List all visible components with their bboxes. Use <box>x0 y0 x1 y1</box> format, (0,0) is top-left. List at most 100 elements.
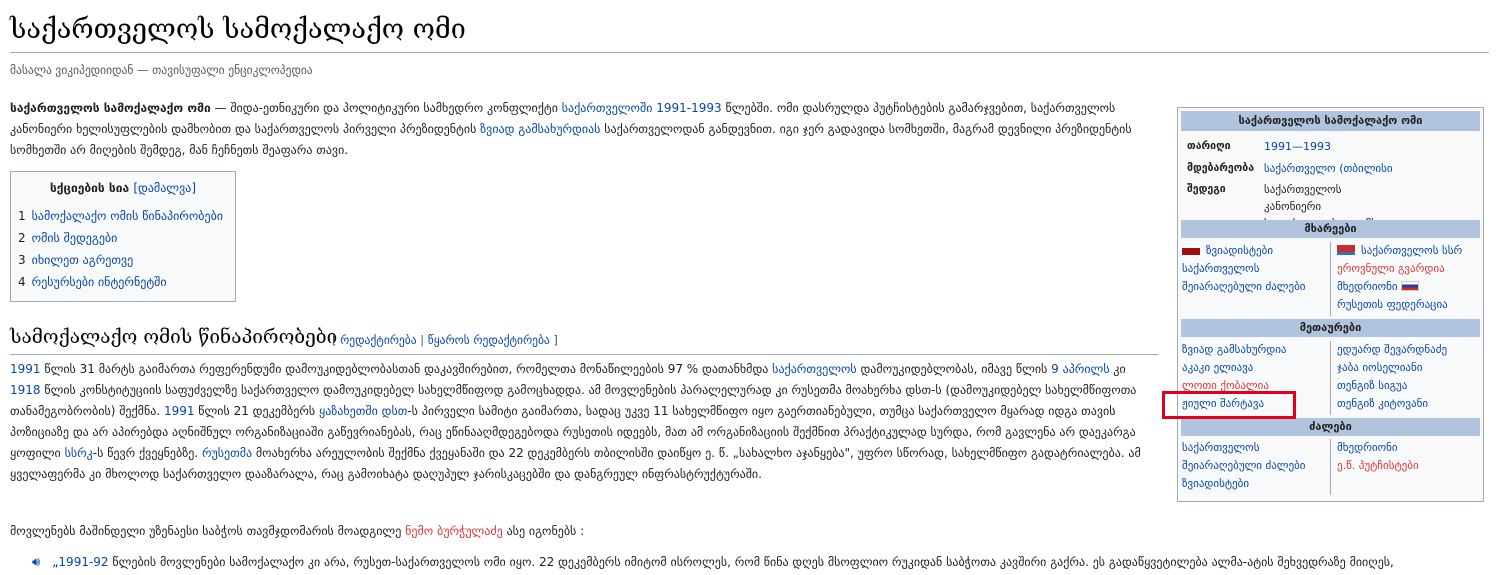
text: [ <box>332 333 341 347</box>
link-1991-92[interactable]: 1991-92 <box>58 555 108 569</box>
prereq-paragraph: 1991 წლის 31 მარტს გაიმართა რეფერენდუმი … <box>10 359 1158 485</box>
side-redlink[interactable]: ეროვნული გვარდია <box>1337 260 1482 278</box>
forces-link[interactable]: ზვიადისტები <box>1182 475 1327 493</box>
side-link[interactable]: საქართველოს <box>1182 260 1327 278</box>
side-link[interactable]: ზვიადისტები <box>1206 244 1273 257</box>
quote-intro-paragraph: მოვლენებს მაშინდელი უზენაესი საბჭოს თავმ… <box>10 521 1158 542</box>
infobox-header-sides: მხარეები <box>1181 220 1480 238</box>
toc-toggle-link[interactable]: [დამალვა] <box>133 181 196 195</box>
commanders-right-column: ედუარდ შევარდნაძე ჯაბა იოსელიანი თენგიზ … <box>1337 341 1482 413</box>
forces-right-column: მხედრიონი ე.წ. პუტჩისტები <box>1337 439 1482 475</box>
link-russia[interactable]: რუსეთმა <box>202 446 252 460</box>
table-of-contents: სქციების სია [დამალვა] 1 სამოქალაქო ომის … <box>10 171 236 302</box>
title-divider <box>10 52 1489 53</box>
page-title: საქართველოს სამოქალაქო ომი <box>10 14 466 45</box>
column-divider <box>1330 439 1331 495</box>
infobox-title: საქართველოს სამოქალაქო ომი <box>1181 111 1480 131</box>
side-entry[interactable]: საქართველოს სსრ <box>1337 242 1482 260</box>
column-divider <box>1330 242 1331 316</box>
forces-left-column: საქართველოს შეიარაღებული ძალები ზვიადისტ… <box>1182 439 1327 493</box>
flag-icon <box>1337 245 1355 255</box>
section-divider <box>10 354 1158 355</box>
link-1991-b[interactable]: 1991 <box>164 404 195 418</box>
infobox-label-date: თარიღი <box>1187 140 1231 152</box>
edit-source-link[interactable]: წყაროს რედაქტირება <box>428 333 550 347</box>
flag-icon <box>1182 245 1200 255</box>
side-link[interactable]: რუსეთის ფედერაცია <box>1337 296 1482 314</box>
text: ] <box>549 333 558 347</box>
quote-line: 🔊︎ „1991-92 წლების მოვლენები სამოქალაქო კ… <box>32 552 1394 573</box>
side-link[interactable]: საქართველოს სსრ <box>1361 244 1462 257</box>
text: წლების მოვლენები სამოქალაქო კი არა, რუსე… <box>108 555 1394 569</box>
infobox-label-location: მდებარეობა <box>1187 162 1255 174</box>
infobox-label-result: შედეგი <box>1187 183 1226 195</box>
link-gamsakhurdia[interactable]: ზვიად გამსახურდიას <box>480 122 600 136</box>
link-1918[interactable]: 1918 <box>10 383 41 397</box>
toc-title: სქციების სია <box>49 181 130 195</box>
link-georgia[interactable]: საქართველოში <box>562 101 653 115</box>
text: მოვლენებს მაშინდელი უზენაესი საბჭოს თავმ… <box>10 524 406 538</box>
toc-item-label[interactable]: რესურსები ინტერნეტში <box>32 275 167 289</box>
forces-link[interactable]: მხედრიონი <box>1337 439 1482 457</box>
flag-icon <box>1401 281 1420 291</box>
commander-link[interactable]: თენგიზ სიგუა <box>1337 377 1482 395</box>
toc-item-label[interactable]: იხილეთ აგრეთვე <box>32 253 134 267</box>
link-1991-1993[interactable]: 1991-1993 <box>656 101 721 115</box>
column-divider <box>1330 341 1331 415</box>
side-entry[interactable]: ზვიადისტები <box>1182 242 1327 260</box>
commander-link[interactable]: ჯაბა იოსელიანი <box>1337 359 1482 377</box>
link-cis[interactable]: დსთ <box>382 404 408 418</box>
toc-header: სქციების სია [დამალვა] <box>11 181 235 195</box>
text: კი <box>1109 362 1126 376</box>
link-9-april[interactable]: 9 აპრილს <box>1051 362 1109 376</box>
link-1991[interactable]: 1991 <box>10 362 41 376</box>
commander-link[interactable]: აკაკი ელიავა <box>1182 359 1327 377</box>
side-link[interactable]: მხედრიონი <box>1337 280 1398 293</box>
text: დამოუკიდებლობას, იმავე წლის <box>856 362 1052 376</box>
forces-link[interactable]: შეიარაღებული ძალები <box>1182 457 1327 475</box>
text: წლის 21 დეკემბერს <box>194 404 319 418</box>
text: ასე იგონებს : <box>502 524 585 538</box>
toc-item-number: 3 <box>18 253 26 267</box>
toc-item[interactable]: 4 რესურსები ინტერნეტში <box>18 271 235 293</box>
forces-redlink[interactable]: ე.წ. პუტჩისტები <box>1337 457 1482 475</box>
section-heading: სამოქალაქო ომის წინაპირობები <box>10 326 338 348</box>
toc-item[interactable]: 2 ომის შედეგები <box>18 227 235 249</box>
commander-link[interactable]: თენგიზ კიტოვანი <box>1337 395 1482 413</box>
redlink-nemo-burchuladze[interactable]: ნემო ბურჭულაძე <box>405 524 503 538</box>
toc-list: 1 სამოქალაქო ომის წინაპირობები 2 ომის შედე… <box>11 205 235 293</box>
commander-link[interactable]: ზვიად გამსახურდია <box>1182 341 1327 359</box>
highlight-box <box>1162 391 1296 419</box>
infobox-header-commanders: მეთაურები <box>1181 319 1480 337</box>
toc-item-number: 2 <box>18 231 26 245</box>
sides-left-column: ზვიადისტები საქართველოს შეიარაღებული ძალ… <box>1182 242 1327 296</box>
edit-link[interactable]: რედაქტირება <box>340 333 416 347</box>
intro-bold-term: საქართველოს სამოქალაქო ომი <box>10 101 211 115</box>
text: -ს წევრ ქვეყნებზე. <box>92 446 202 460</box>
toc-item[interactable]: 3 იხილეთ აგრეთვე <box>18 249 235 271</box>
infobox-header-forces: ძალები <box>1181 418 1480 436</box>
commander-link[interactable]: ედუარდ შევარდნაძე <box>1337 341 1482 359</box>
link-ussr[interactable]: სსრკ <box>65 446 93 460</box>
side-entry[interactable]: მხედრიონი <box>1337 278 1482 296</box>
infobox-value-date[interactable]: 1991—1993 <box>1264 138 1331 155</box>
sides-right-column: საქართველოს სსრ ეროვნული გვარდია მხედრიო… <box>1337 242 1482 314</box>
infobox-value-location[interactable]: საქართველო (თბილისი <box>1264 160 1393 177</box>
text: — შიდა-ეთნიკური და პოლიტიკური სამხედრო კ… <box>210 101 562 115</box>
toc-item[interactable]: 1 სამოქალაქო ომის წინაპირობები <box>18 205 235 227</box>
speaker-icon[interactable]: 🔊︎ <box>32 552 40 573</box>
text: წლის 31 მარტს გაიმართა რეფერენდუმი დამოუ… <box>40 362 773 376</box>
side-link[interactable]: შეიარაღებული ძალები <box>1182 278 1327 296</box>
infobox: საქართველოს სამოქალაქო ომი თარიღი 1991—1… <box>1177 107 1484 502</box>
forces-link[interactable]: საქართველოს <box>1182 439 1327 457</box>
tagline: მასალა ვიკიპედიიდან — თავისუფალი ენციკლო… <box>10 63 313 77</box>
link-kazakhstan[interactable]: ყაზახეთში <box>319 404 378 418</box>
link-georgias[interactable]: საქართველოს <box>772 362 857 376</box>
text: | <box>416 333 428 347</box>
toc-item-label[interactable]: სამოქალაქო ომის წინაპირობები <box>32 209 223 223</box>
toc-item-number: 1 <box>18 209 26 223</box>
toc-item-number: 4 <box>18 275 26 289</box>
intro-paragraph: საქართველოს სამოქალაქო ომი — შიდა-ეთნიკუ… <box>10 98 1158 161</box>
toc-item-label[interactable]: ომის შედეგები <box>32 231 118 245</box>
section-edit-links: [ რედაქტირება | წყაროს რედაქტირება ] <box>332 333 558 347</box>
